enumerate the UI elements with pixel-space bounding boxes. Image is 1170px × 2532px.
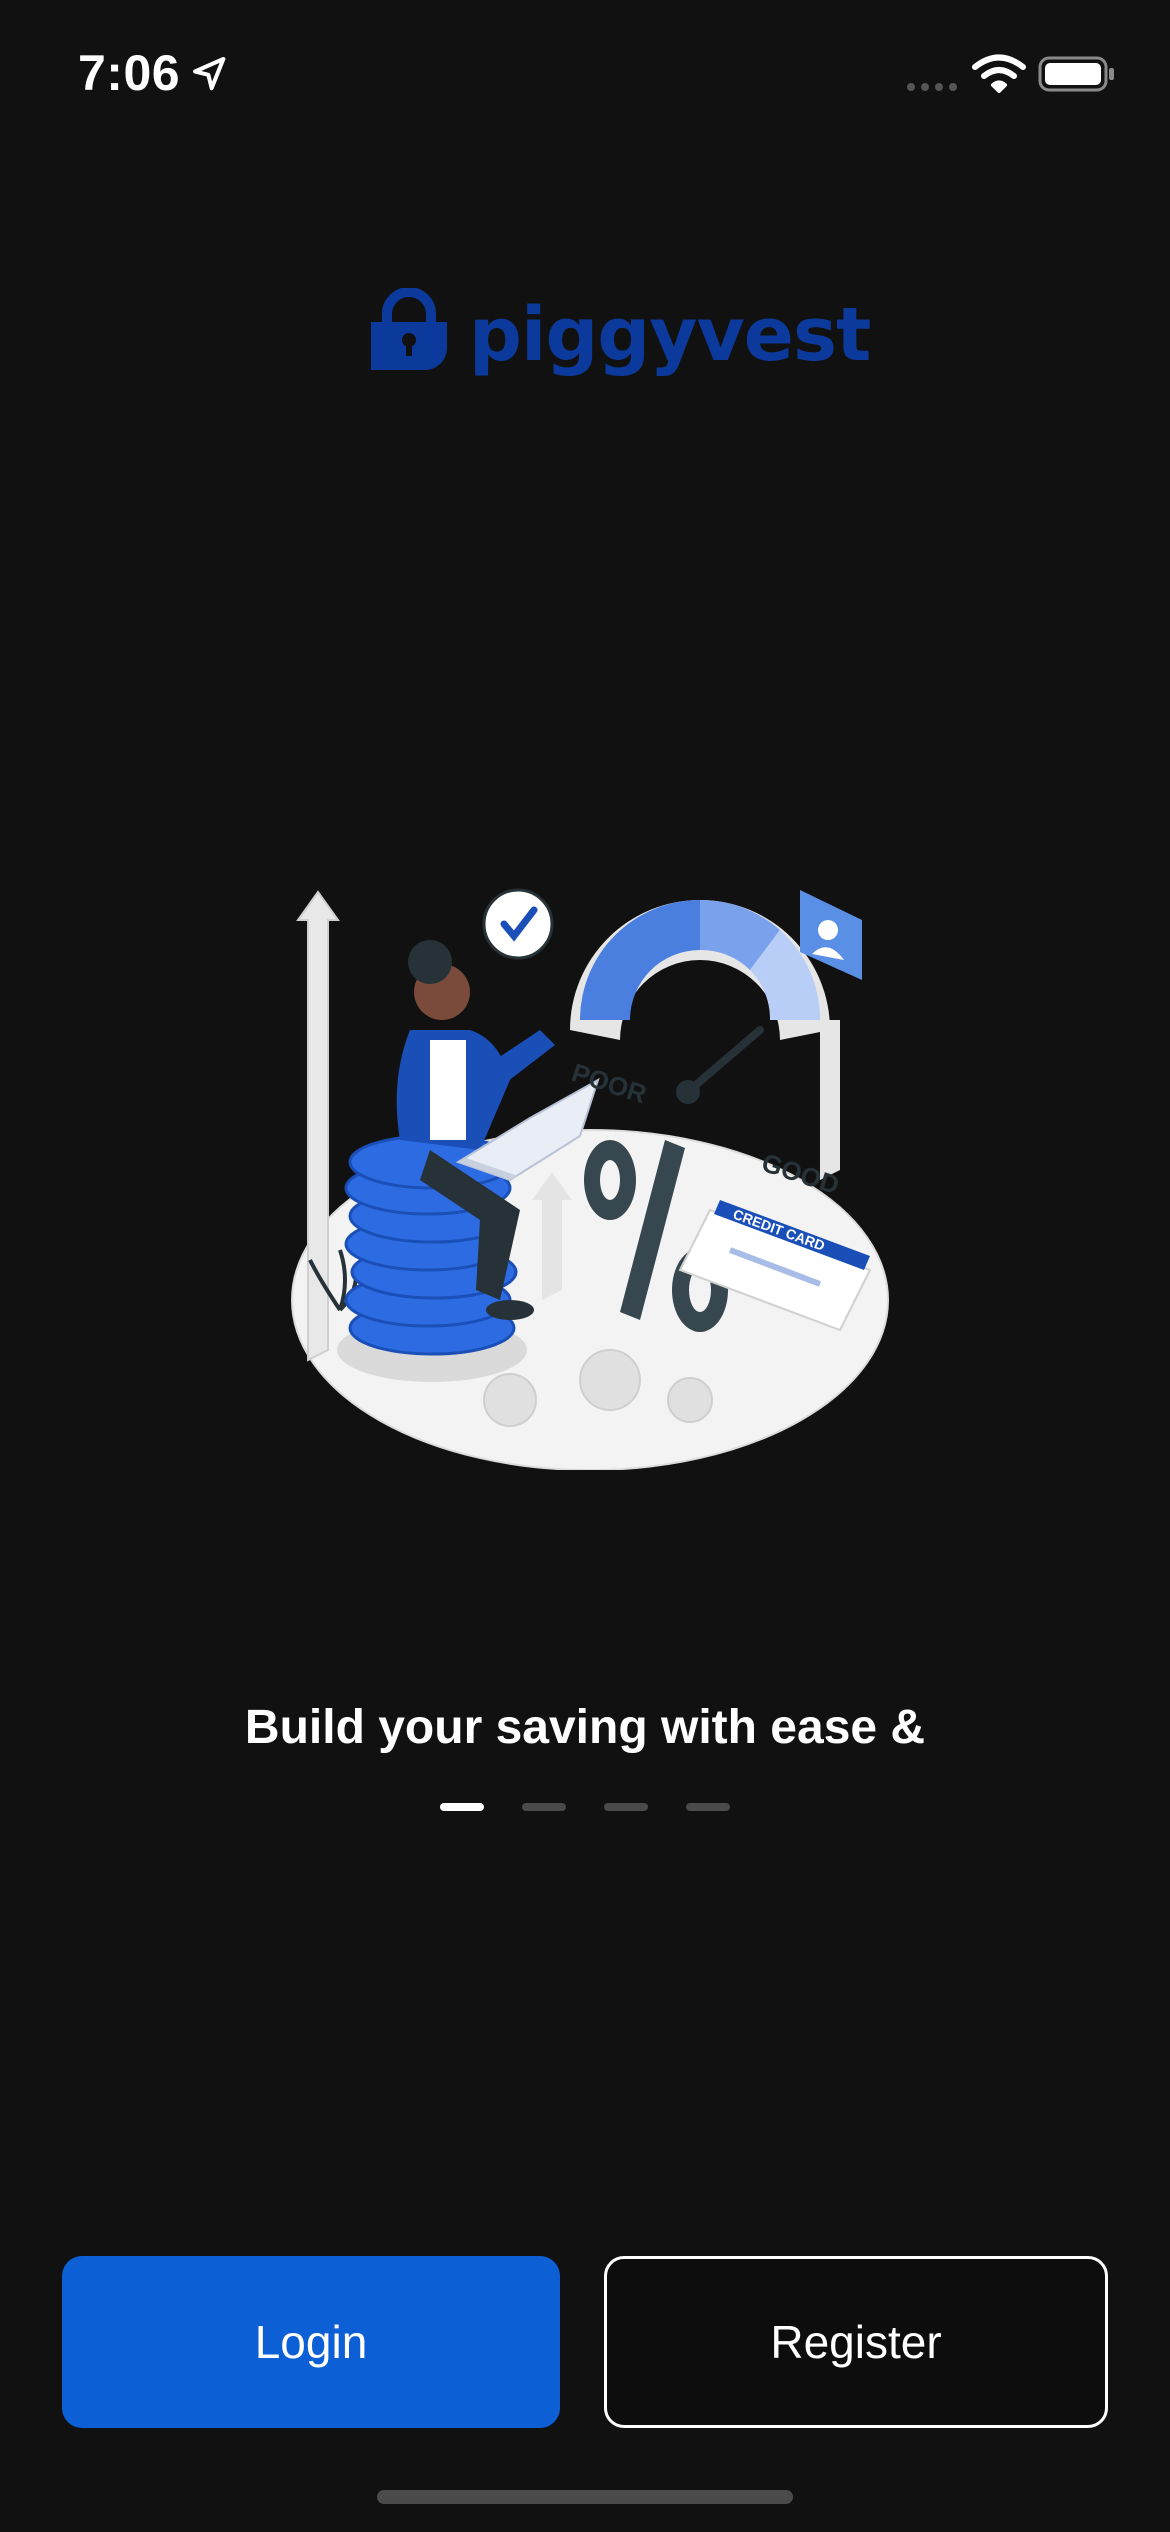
brand-name: piggyvest <box>469 292 871 378</box>
pager-dot-3[interactable] <box>604 1803 648 1811</box>
battery-icon <box>1038 56 1114 92</box>
savings-illustration: POOR GOOD CREDIT CARD <box>291 888 889 1470</box>
home-indicator <box>377 2490 793 2504</box>
onboarding-pager <box>440 1803 730 1811</box>
pager-dot-4[interactable] <box>686 1803 730 1811</box>
piggyvest-logo: piggyvest <box>367 288 871 378</box>
location-arrow-icon <box>193 57 226 91</box>
onboarding-headline: Build your saving with ease & <box>244 1701 926 1754</box>
register-button[interactable]: Register <box>604 2256 1108 2428</box>
pager-dot-2[interactable] <box>522 1803 566 1811</box>
status-time: 7:06 <box>78 45 181 101</box>
wifi-icon <box>972 54 1026 93</box>
status-bar: 7:06 <box>0 0 1170 150</box>
login-button[interactable]: Login <box>62 2256 560 2428</box>
pager-dot-1[interactable] <box>440 1803 484 1811</box>
signal-icon <box>907 83 957 91</box>
padlock-icon <box>371 288 447 370</box>
